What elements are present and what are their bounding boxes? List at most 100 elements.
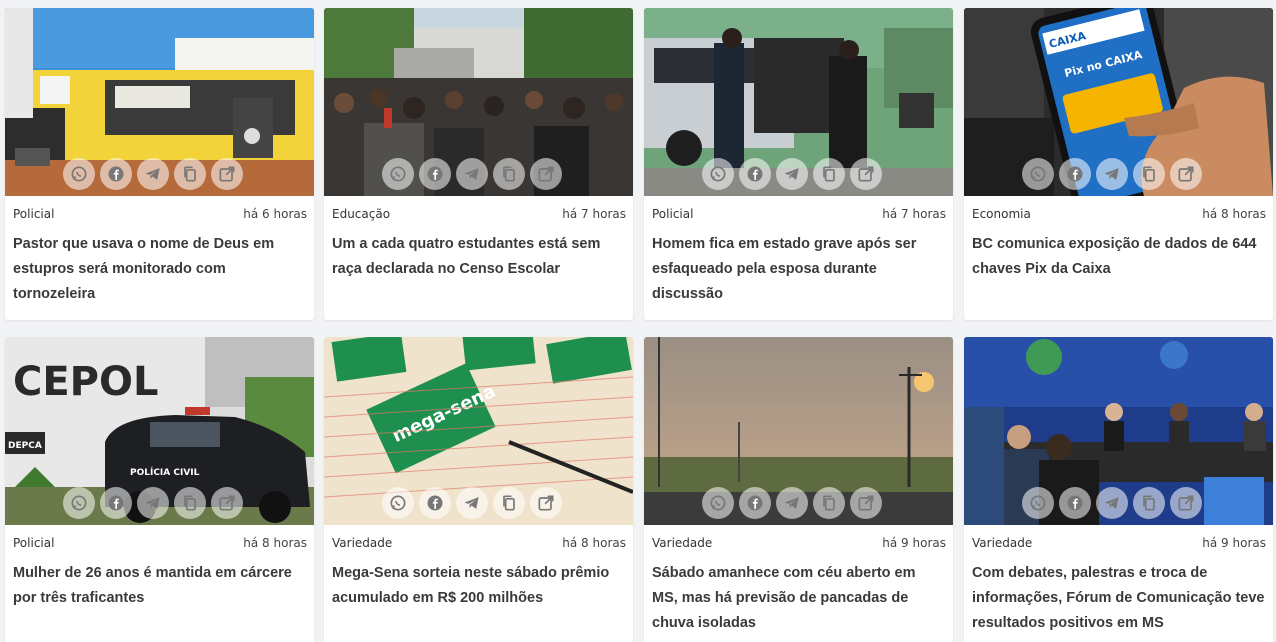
facebook-icon [106,164,126,184]
facebook-share-button[interactable] [1059,487,1091,519]
facebook-share-button[interactable] [1059,158,1091,190]
headline[interactable]: Com debates, palestras e troca de inform… [964,561,1273,636]
category-label[interactable]: Economia [972,207,1031,221]
open-external-share-button[interactable] [530,158,562,190]
headline[interactable]: Sábado amanhece com céu aberto em MS, ma… [644,561,953,636]
open-external-share-button[interactable] [211,487,243,519]
whatsapp-share-button[interactable] [63,158,95,190]
facebook-share-button[interactable] [100,487,132,519]
copy-link-share-button[interactable] [493,158,525,190]
copy-link-icon [819,164,839,184]
telegram-share-button[interactable] [776,158,808,190]
copy-link-share-button[interactable] [174,487,206,519]
news-card[interactable]: Variedade há 9 horas Com debates, palest… [964,337,1273,642]
whatsapp-share-button[interactable] [702,487,734,519]
category-label[interactable]: Policial [13,536,54,550]
open-external-icon [536,493,556,513]
copy-link-share-button[interactable] [493,487,525,519]
facebook-share-button[interactable] [739,487,771,519]
copy-link-share-button[interactable] [1133,158,1165,190]
copy-link-share-button[interactable] [1133,487,1165,519]
telegram-icon [782,493,802,513]
news-card[interactable]: Policial há 7 horas Homem fica em estado… [644,8,953,320]
headline[interactable]: Pastor que usava o nome de Deus em estup… [5,232,314,307]
facebook-share-button[interactable] [419,158,451,190]
whatsapp-share-button[interactable] [382,158,414,190]
headline[interactable]: Um a cada quatro estudantes está sem raç… [324,232,633,282]
open-external-icon [217,493,237,513]
telegram-share-button[interactable] [1096,158,1128,190]
news-thumbnail[interactable] [324,8,633,196]
headline[interactable]: Mega-Sena sorteia neste sábado prêmio ac… [324,561,633,611]
category-label[interactable]: Variedade [332,536,392,550]
open-external-icon [856,164,876,184]
whatsapp-share-button[interactable] [702,158,734,190]
open-external-icon [217,164,237,184]
facebook-share-button[interactable] [739,158,771,190]
open-external-share-button[interactable] [1170,158,1202,190]
timestamp: há 9 horas [1202,536,1266,550]
facebook-icon [1065,164,1085,184]
news-thumbnail[interactable]: CAIXA Pix no CAIXA [964,8,1273,196]
news-thumbnail[interactable]: CEPOL DEPCA POLÍCIA CIVIL [5,337,314,525]
copy-link-share-button[interactable] [174,158,206,190]
news-card[interactable]: mega-sena Variedade há 8 horas Mega-Sena… [324,337,633,642]
share-bar [1022,158,1202,190]
share-bar [63,487,243,519]
facebook-share-button[interactable] [100,158,132,190]
telegram-share-button[interactable] [456,158,488,190]
timestamp: há 6 horas [243,207,307,221]
facebook-icon [425,493,445,513]
whatsapp-share-button[interactable] [1022,158,1054,190]
news-card[interactable]: Policial há 6 horas Pastor que usava o n… [5,8,314,320]
timestamp: há 8 horas [243,536,307,550]
headline[interactable]: Homem fica em estado grave após ser esfa… [644,232,953,307]
whatsapp-icon [1028,493,1048,513]
category-label[interactable]: Policial [13,207,54,221]
news-thumbnail[interactable]: mega-sena [324,337,633,525]
open-external-share-button[interactable] [850,158,882,190]
whatsapp-share-button[interactable] [382,487,414,519]
category-label[interactable]: Educação [332,207,390,221]
open-external-share-button[interactable] [530,487,562,519]
whatsapp-share-button[interactable] [1022,487,1054,519]
news-card[interactable]: CEPOL DEPCA POLÍCIA CIVIL Policial há 8 … [5,337,314,642]
whatsapp-icon [69,164,89,184]
category-label[interactable]: Variedade [972,536,1032,550]
open-external-share-button[interactable] [1170,487,1202,519]
share-bar [702,487,882,519]
facebook-share-button[interactable] [419,487,451,519]
telegram-share-button[interactable] [137,158,169,190]
category-label[interactable]: Variedade [652,536,712,550]
telegram-icon [1102,164,1122,184]
news-thumbnail[interactable] [5,8,314,196]
timestamp: há 8 horas [1202,207,1266,221]
open-external-share-button[interactable] [850,487,882,519]
news-thumbnail[interactable] [644,337,953,525]
open-external-share-button[interactable] [211,158,243,190]
category-label[interactable]: Policial [652,207,693,221]
copy-link-share-button[interactable] [813,487,845,519]
telegram-share-button[interactable] [456,487,488,519]
telegram-share-button[interactable] [776,487,808,519]
depca-sign-text: DEPCA [8,441,42,451]
timestamp: há 7 horas [562,207,626,221]
whatsapp-icon [69,493,89,513]
news-card[interactable]: Educação há 7 horas Um a cada quatro est… [324,8,633,320]
telegram-share-button[interactable] [1096,487,1128,519]
policia-civil-text: POLÍCIA CIVIL [130,466,200,478]
news-thumbnail[interactable] [644,8,953,196]
copy-link-share-button[interactable] [813,158,845,190]
news-thumbnail[interactable] [964,337,1273,525]
news-card[interactable]: Variedade há 9 horas Sábado amanhece com… [644,337,953,642]
share-bar [702,158,882,190]
copy-link-icon [499,493,519,513]
news-card[interactable]: CAIXA Pix no CAIXA Economia há 8 horas B… [964,8,1273,320]
whatsapp-share-button[interactable] [63,487,95,519]
headline[interactable]: Mulher de 26 anos é mantida em cárcere p… [5,561,314,611]
share-bar [382,158,562,190]
telegram-share-button[interactable] [137,487,169,519]
copy-link-icon [819,493,839,513]
headline[interactable]: BC comunica exposição de dados de 644 ch… [964,232,1273,282]
copy-link-icon [180,493,200,513]
